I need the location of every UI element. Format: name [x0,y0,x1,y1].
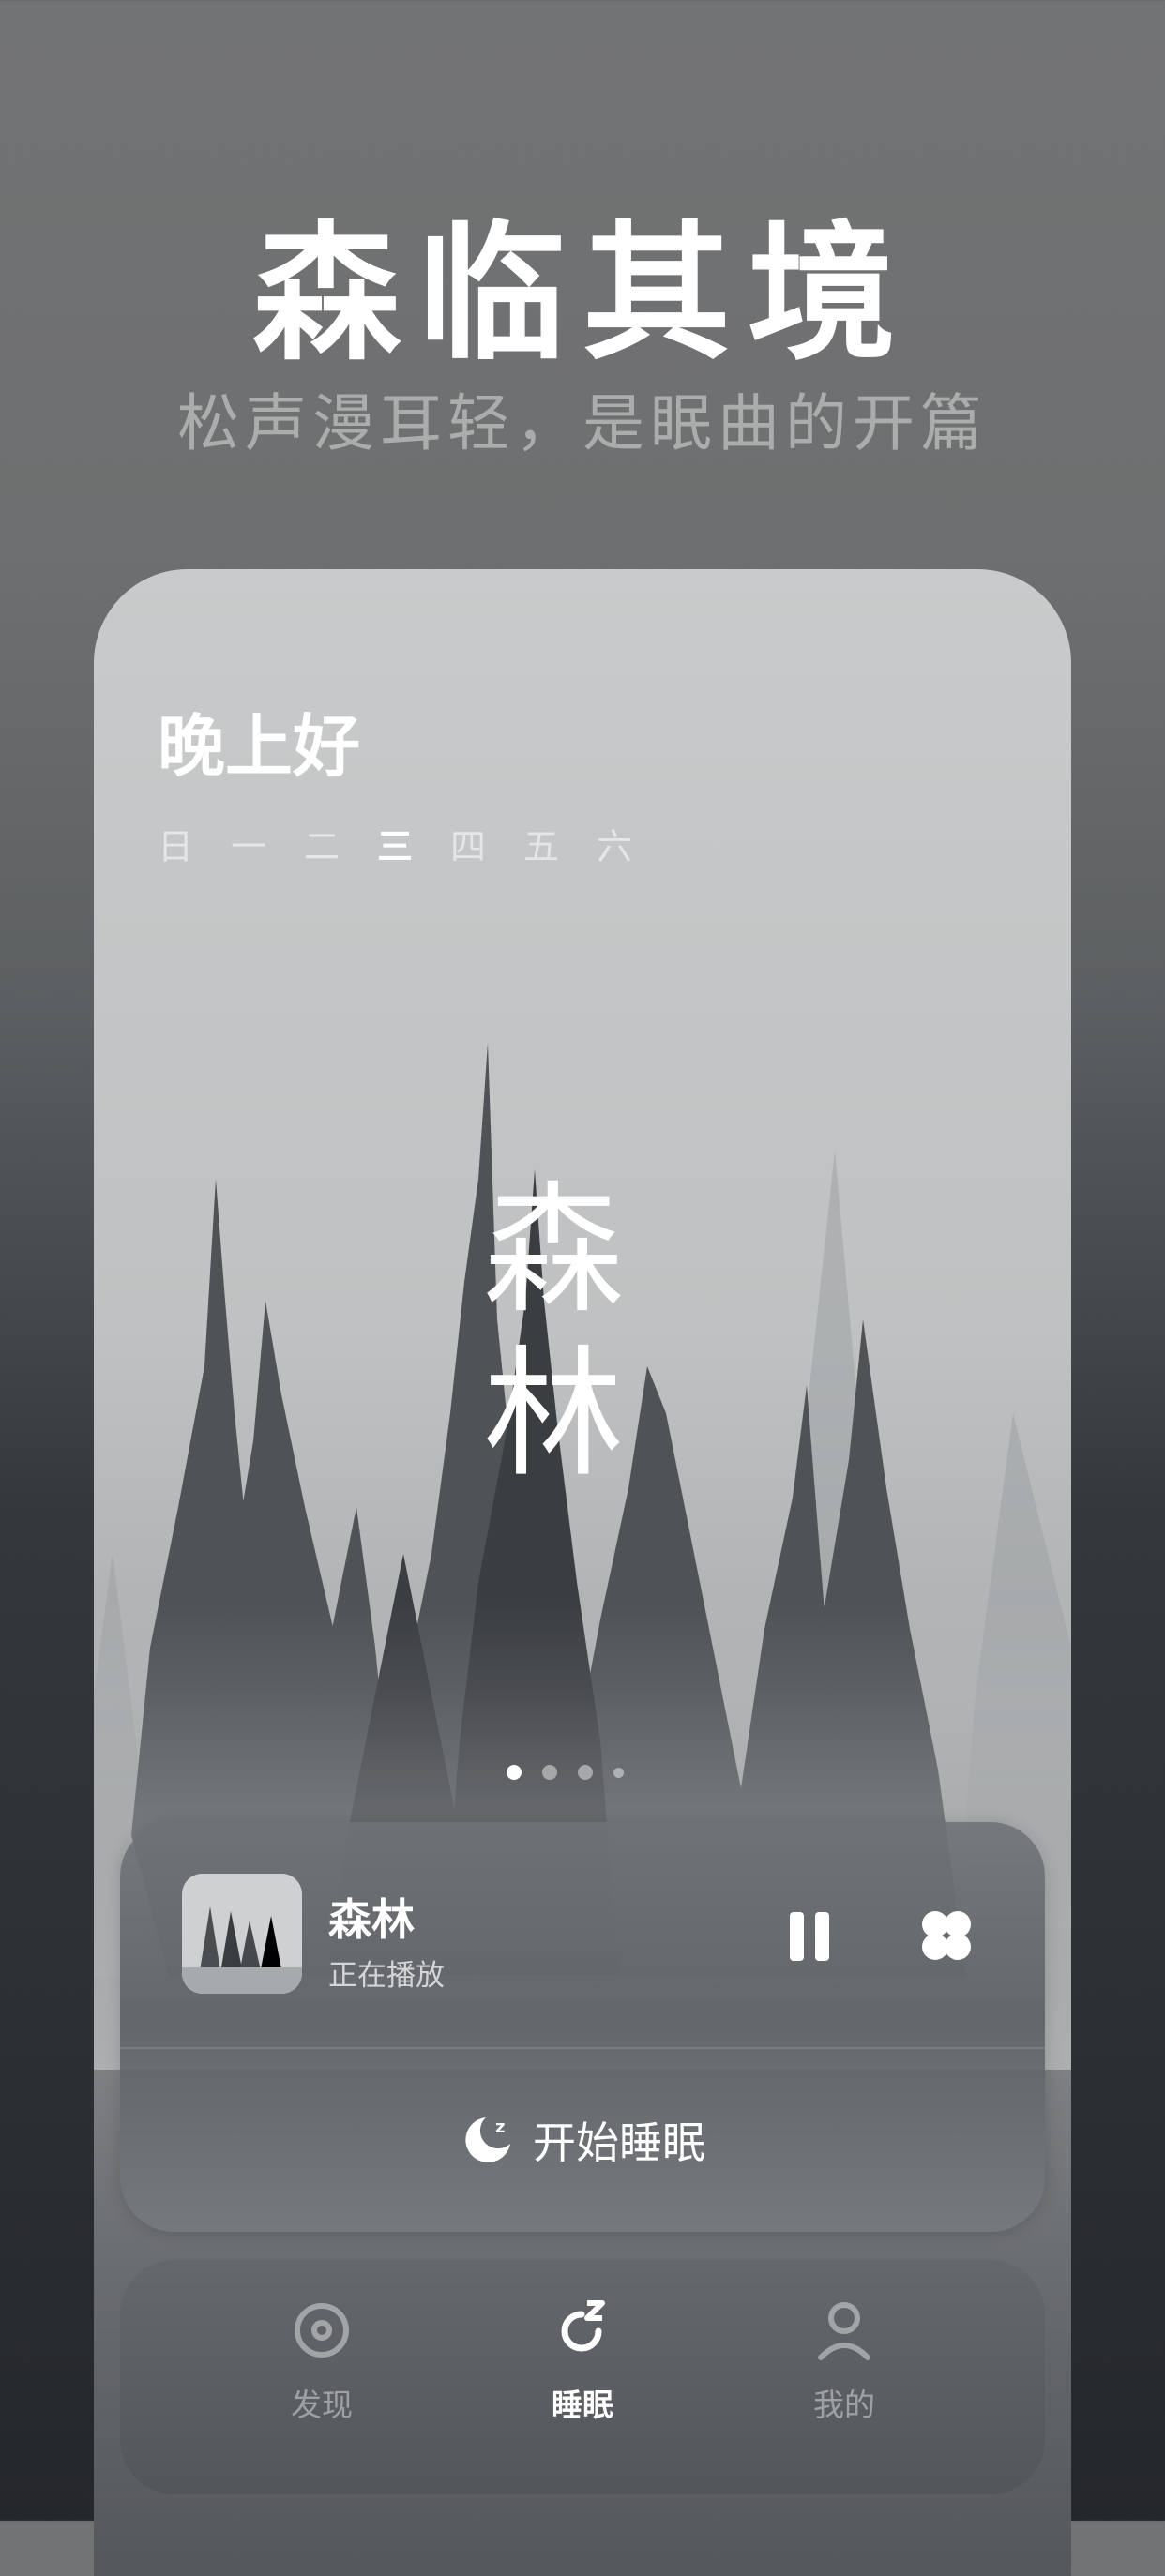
playback-status: 正在播放 [328,1959,445,1993]
clover-icon [922,1911,971,1960]
weekday-mon[interactable]: 一 [231,818,266,869]
svg-text:z: z [495,2117,505,2137]
page-dot[interactable] [613,1767,624,1778]
bottom-tab-bar: 发现 睡眠 我的 [120,2260,1045,2494]
moon-zz-icon: z [465,2117,510,2162]
page-dot[interactable] [542,1765,557,1780]
weekday-selector: 日 一 二 三 四 五 六 [158,818,632,869]
page-dot[interactable] [578,1765,593,1780]
more-button[interactable] [915,1905,977,1966]
scene-title-char: 林 [482,1333,624,1497]
track-title: 森林 [328,1894,415,1945]
person-icon [818,2302,870,2360]
pause-button[interactable] [779,1905,840,1966]
sleep-cycle-icon [561,2300,605,2352]
tab-discover[interactable]: 发现 [228,2297,416,2425]
scene-title: 森 林 [469,1169,638,1498]
pause-icon [790,1912,804,1961]
pause-icon [815,1912,829,1961]
page-indicator [507,1765,624,1780]
tab-label: 睡眠 [552,2387,613,2423]
weekday-sun[interactable]: 日 [158,818,193,869]
now-playing-card: 森林 正在播放 z 开始睡眠 [120,1822,1045,2232]
tab-sleep[interactable]: 睡眠 [489,2297,676,2425]
hero-subtitle: 松声漫耳轻，是眠曲的开篇 [177,387,988,459]
start-sleep-button[interactable]: z 开始睡眠 [120,2047,1045,2232]
tab-profile[interactable]: 我的 [750,2297,938,2425]
scene-title-char: 森 [482,1169,624,1333]
start-sleep-label: 开始睡眠 [533,2117,705,2168]
now-playing-row[interactable]: 森林 正在播放 [120,1822,1045,2049]
weekday-sat[interactable]: 六 [597,818,632,869]
disc-icon [295,2303,349,2358]
weekday-wed[interactable]: 三 [377,818,413,869]
weekday-fri[interactable]: 五 [523,818,559,869]
forest-thumbnail[interactable] [182,1874,302,1994]
page-dot[interactable] [507,1765,522,1780]
weekday-tue[interactable]: 二 [304,818,340,869]
greeting-text: 晚上好 [158,707,361,786]
weekday-thu[interactable]: 四 [450,818,486,869]
tab-label: 我的 [813,2387,875,2423]
hero-title: 森临其境 [252,208,913,381]
tab-label: 发现 [291,2387,353,2423]
